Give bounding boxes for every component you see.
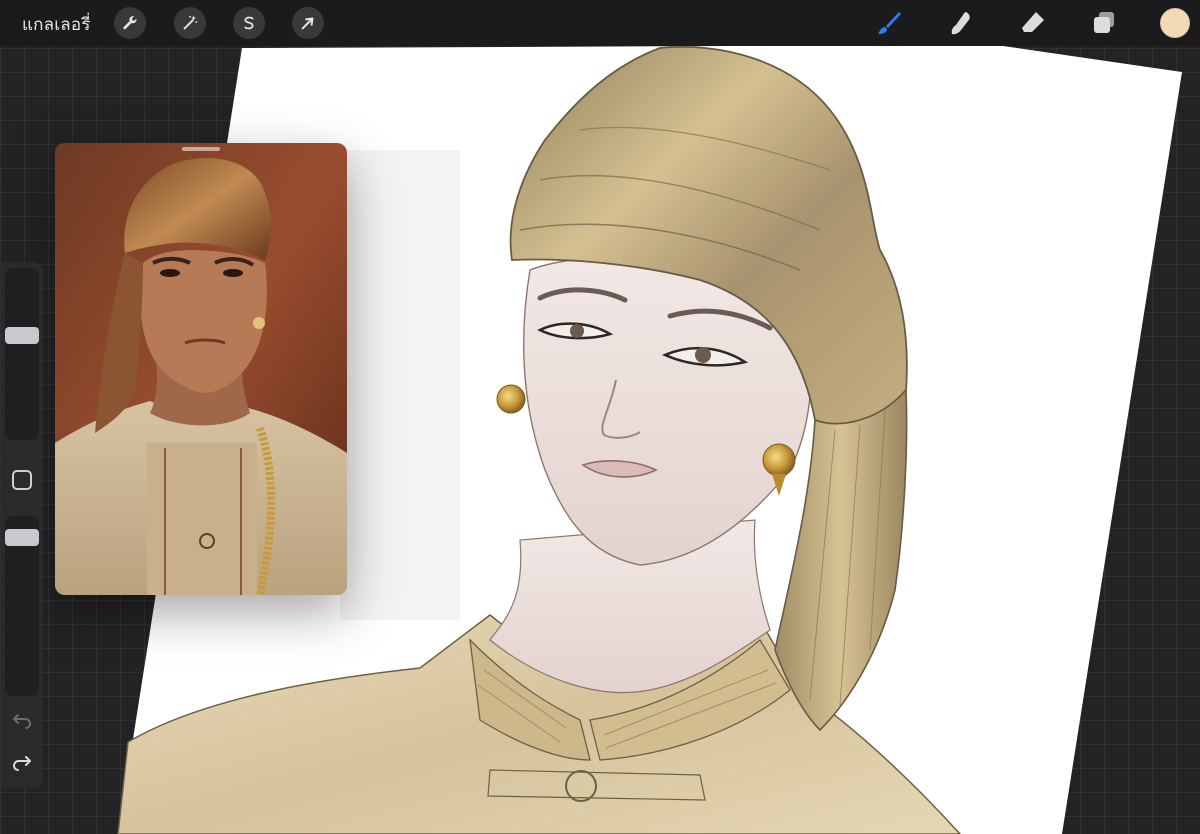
color-picker-button[interactable] [1160,8,1190,38]
smudge-button[interactable] [946,8,976,38]
selection-button[interactable] [233,7,265,39]
smudge-finger-icon [951,12,970,35]
reference-shadow [340,150,460,620]
undo-arrow-icon [13,714,31,729]
wrench-icon [123,16,137,30]
adjustments-button[interactable] [174,7,206,39]
top-toolbar: แกลเลอรี่ [0,0,1200,46]
eraser-icon [1022,12,1044,32]
layers-button[interactable] [1089,8,1119,38]
arrow-cursor-icon [301,17,314,30]
reference-earring [253,317,265,329]
brush-button[interactable] [874,8,904,38]
undo-button[interactable] [10,710,34,732]
transform-button[interactable] [292,7,324,39]
redo-button[interactable] [10,752,34,774]
gallery-button[interactable]: แกลเลอรี่ [22,11,91,38]
selection-s-icon [244,16,254,30]
opacity-thumb[interactable] [5,529,39,547]
left-iris [570,324,584,338]
brush-icon [878,12,901,34]
left-earring [496,384,526,414]
reference-left-eye [160,269,180,277]
actions-button[interactable] [114,7,146,39]
square-modify-icon[interactable] [12,470,32,490]
right-iris [695,347,711,363]
drag-handle-icon[interactable] [182,147,220,151]
reference-right-eye [223,269,243,277]
reference-photo [55,143,347,595]
brush-size-slider[interactable] [5,268,39,440]
right-earring [762,443,796,477]
magic-wand-icon [183,15,198,30]
eraser-button[interactable] [1018,8,1048,38]
left-sidebar [1,262,43,788]
reference-window[interactable] [55,143,347,595]
redo-arrow-icon [13,756,31,771]
layers-icon [1094,12,1114,33]
brush-size-thumb[interactable] [5,326,39,344]
